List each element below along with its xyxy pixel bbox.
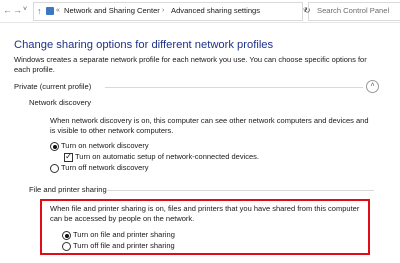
back-arrow-icon[interactable]: ←	[3, 4, 12, 16]
collapse-profile-button[interactable]: ˄	[366, 80, 379, 93]
network-discovery-description: When network discovery is on, this compu…	[50, 116, 369, 135]
breadcrumb-separator-icon: «	[56, 7, 60, 14]
file-printer-sharing-divider	[106, 190, 374, 191]
file-printer-sharing-title: File and printer sharing	[29, 185, 107, 194]
network-icon	[46, 7, 54, 15]
network-discovery-off-label[interactable]: Turn off network discovery	[61, 163, 149, 173]
intro-text: Windows creates a separate network profi…	[14, 55, 367, 74]
breadcrumb-separator-icon: ›	[162, 7, 165, 14]
network-discovery-off-radio[interactable]	[50, 164, 59, 173]
forward-arrow-icon[interactable]: →	[13, 4, 22, 16]
file-sharing-on-label[interactable]: Turn on file and printer sharing	[73, 230, 175, 240]
recent-locations-chevron-icon[interactable]: ˅	[23, 5, 27, 15]
auto-setup-label[interactable]: Turn on automatic setup of network-conne…	[75, 152, 259, 162]
breadcrumb-network-and-sharing-center[interactable]: Network and Sharing Center	[64, 6, 160, 16]
network-discovery-on-radio[interactable]	[50, 142, 59, 151]
up-arrow-icon[interactable]: ↑	[37, 5, 42, 17]
file-sharing-off-radio[interactable]	[62, 242, 71, 251]
checkmark-icon: ✓	[65, 152, 72, 161]
refresh-icon[interactable]: ↻	[304, 6, 311, 16]
search-input[interactable]: Search Control Panel	[317, 6, 389, 16]
network-discovery-on-label[interactable]: Turn on network discovery	[61, 141, 149, 151]
breadcrumb-advanced-sharing-settings[interactable]: Advanced sharing settings	[171, 6, 260, 16]
network-discovery-title: Network discovery	[29, 98, 92, 107]
breadcrumb[interactable]: ↑ « Network and Sharing Center › Advance…	[33, 2, 303, 21]
search-box[interactable]: ↻ Search Control Panel	[304, 2, 400, 21]
profile-title[interactable]: Private (current profile)	[14, 82, 91, 92]
address-bar: ← → ˅ ↑ « Network and Sharing Center › A…	[0, 0, 400, 23]
file-sharing-off-label[interactable]: Turn off file and printer sharing	[73, 241, 175, 251]
auto-setup-checkbox[interactable]: ✓	[64, 152, 73, 162]
chevron-up-icon: ˄	[370, 82, 375, 89]
profile-divider	[105, 87, 363, 88]
page-title: Change sharing options for different net…	[14, 39, 274, 51]
file-sharing-on-radio[interactable]	[62, 231, 71, 240]
file-printer-sharing-description: When file and printer sharing is on, fil…	[50, 204, 360, 223]
